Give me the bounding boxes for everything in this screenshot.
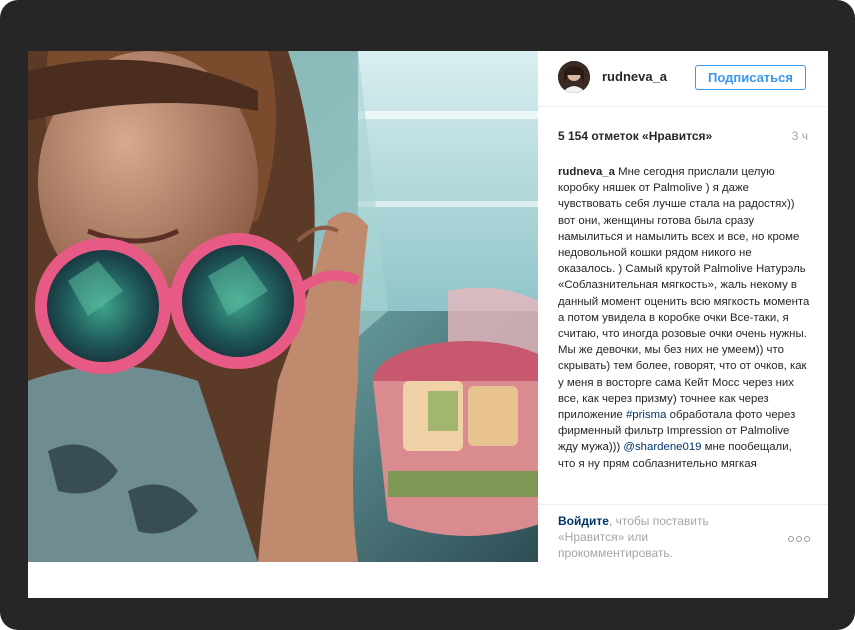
likes-count[interactable]: 5 154 отметок «Нравится»: [558, 129, 712, 143]
avatar-image: [558, 61, 590, 93]
hashtag-link[interactable]: #prisma: [626, 409, 667, 421]
login-link[interactable]: Войдите: [558, 514, 609, 528]
photo-illustration: [28, 51, 538, 562]
follow-button[interactable]: Подписаться: [695, 65, 806, 90]
caption-text: Мне сегодня прислали целую коробку няшек…: [558, 166, 810, 422]
ellipsis-icon[interactable]: [788, 529, 812, 542]
login-prompt: Войдите, чтобы поставить «Нравится» или …: [558, 513, 748, 561]
dot-icon: [788, 536, 794, 542]
likes-row: 5 154 отметок «Нравится» 3 ч: [558, 129, 808, 145]
post-header: rudneva_a Подписаться: [538, 51, 828, 107]
post-photo[interactable]: [28, 51, 538, 562]
avatar[interactable]: [558, 61, 590, 93]
dot-icon: [796, 536, 802, 542]
post-caption: rudneva_a Мне сегодня прислали целую кор…: [558, 164, 810, 504]
mention-link[interactable]: @shardene019: [623, 441, 701, 453]
dot-icon: [804, 536, 810, 542]
post-card: rudneva_a Подписаться 5 154 отметок «Нра…: [28, 51, 828, 598]
username-link[interactable]: rudneva_a: [602, 69, 667, 84]
post-time[interactable]: 3 ч: [792, 129, 808, 143]
post-sidebar: rudneva_a Подписаться 5 154 отметок «Нра…: [538, 51, 828, 598]
post-footer: Войдите, чтобы поставить «Нравится» или …: [538, 504, 828, 599]
caption-username-link[interactable]: rudneva_a: [558, 166, 615, 178]
